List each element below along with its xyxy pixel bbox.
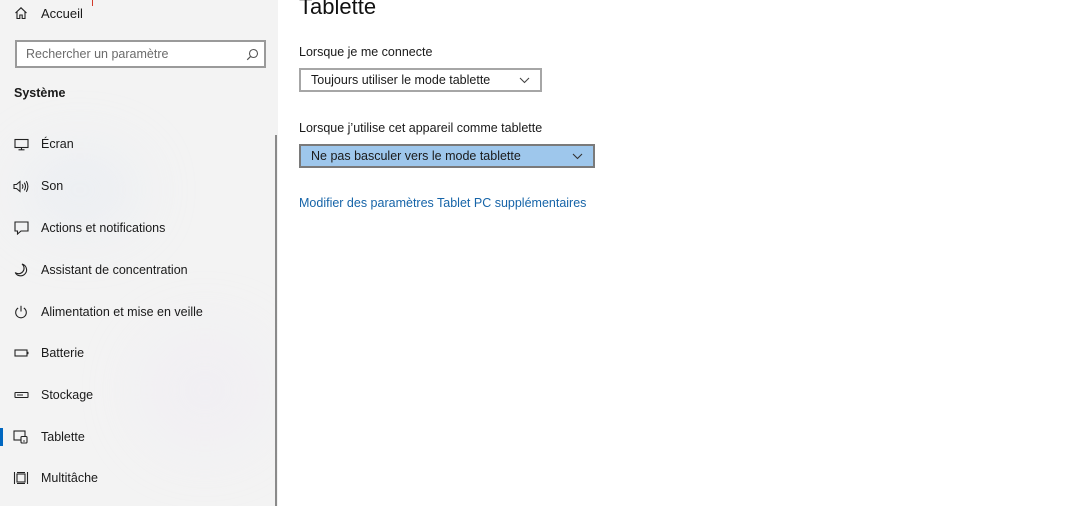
storage-icon: [13, 390, 29, 400]
moon-icon: [13, 263, 29, 277]
tablet-mode-dropdown[interactable]: Ne pas basculer vers le mode tablette: [299, 144, 595, 168]
tablet-icon: [13, 430, 29, 444]
section-title: Système: [14, 86, 66, 100]
sidebar-item-son[interactable]: Son: [0, 168, 272, 204]
home-label: Accueil: [41, 5, 83, 21]
tablet-pc-settings-link[interactable]: Modifier des paramètres Tablet PC supplé…: [299, 196, 586, 210]
home-icon: [14, 6, 28, 20]
sidebar-item-stockage[interactable]: Stockage: [0, 377, 272, 413]
page-title: Tablette: [299, 0, 377, 19]
signin-mode-dropdown[interactable]: Toujours utiliser le mode tablette: [299, 68, 542, 92]
sidebar-item-label: Assistant de concentration: [41, 263, 188, 277]
signin-label: Lorsque je me connecte: [299, 45, 433, 59]
settings-window: Accueil Système Écran: [0, 0, 1068, 506]
multitask-icon: [13, 471, 29, 485]
search-input[interactable]: [17, 43, 240, 65]
sidebar-item-label: Multitâche: [41, 471, 98, 485]
sidebar-item-label: Stockage: [41, 388, 94, 402]
battery-icon: [13, 348, 29, 358]
power-icon: [13, 305, 29, 319]
chevron-down-icon: [519, 77, 530, 84]
speaker-icon: [13, 179, 29, 193]
signin-mode-value: Toujours utiliser le mode tablette: [311, 73, 491, 87]
sidebar-item-batterie[interactable]: Batterie: [0, 335, 272, 371]
search-box: [15, 40, 266, 68]
sidebar-item-multitache[interactable]: Multitâche: [0, 460, 272, 496]
tablet-mode-value: Ne pas basculer vers le mode tablette: [311, 149, 521, 163]
sidebar-item-label: Son: [41, 179, 64, 193]
sidebar-item-label: Écran: [41, 137, 74, 151]
search-icon[interactable]: [240, 48, 264, 61]
sidebar-item-label: Batterie: [41, 346, 85, 360]
sidebar: Accueil Système Écran: [0, 0, 278, 506]
main-content: Tablette Lorsque je me connecte Toujours…: [278, 0, 1068, 506]
sidebar-scrollbar[interactable]: [275, 135, 277, 506]
sidebar-item-tablette[interactable]: Tablette: [0, 419, 272, 455]
sidebar-item-alimentation[interactable]: Alimentation et mise en veille: [0, 294, 272, 330]
notification-icon: [13, 221, 29, 235]
sidebar-item-assistant-concentration[interactable]: Assistant de concentration: [0, 252, 272, 288]
sidebar-item-label: Tablette: [41, 430, 85, 444]
sidebar-item-label: Actions et notifications: [41, 221, 166, 235]
sidebar-item-actions-notifications[interactable]: Actions et notifications: [0, 210, 272, 246]
home-link[interactable]: Accueil: [14, 2, 83, 24]
tablet-usage-label: Lorsque j’utilise cet appareil comme tab…: [299, 121, 543, 135]
chevron-down-icon: [572, 153, 583, 160]
monitor-icon: [13, 138, 29, 151]
sidebar-item-label: Alimentation et mise en veille: [41, 305, 203, 319]
sidebar-item-ecran[interactable]: Écran: [0, 126, 272, 162]
red-mark: [92, 0, 93, 6]
